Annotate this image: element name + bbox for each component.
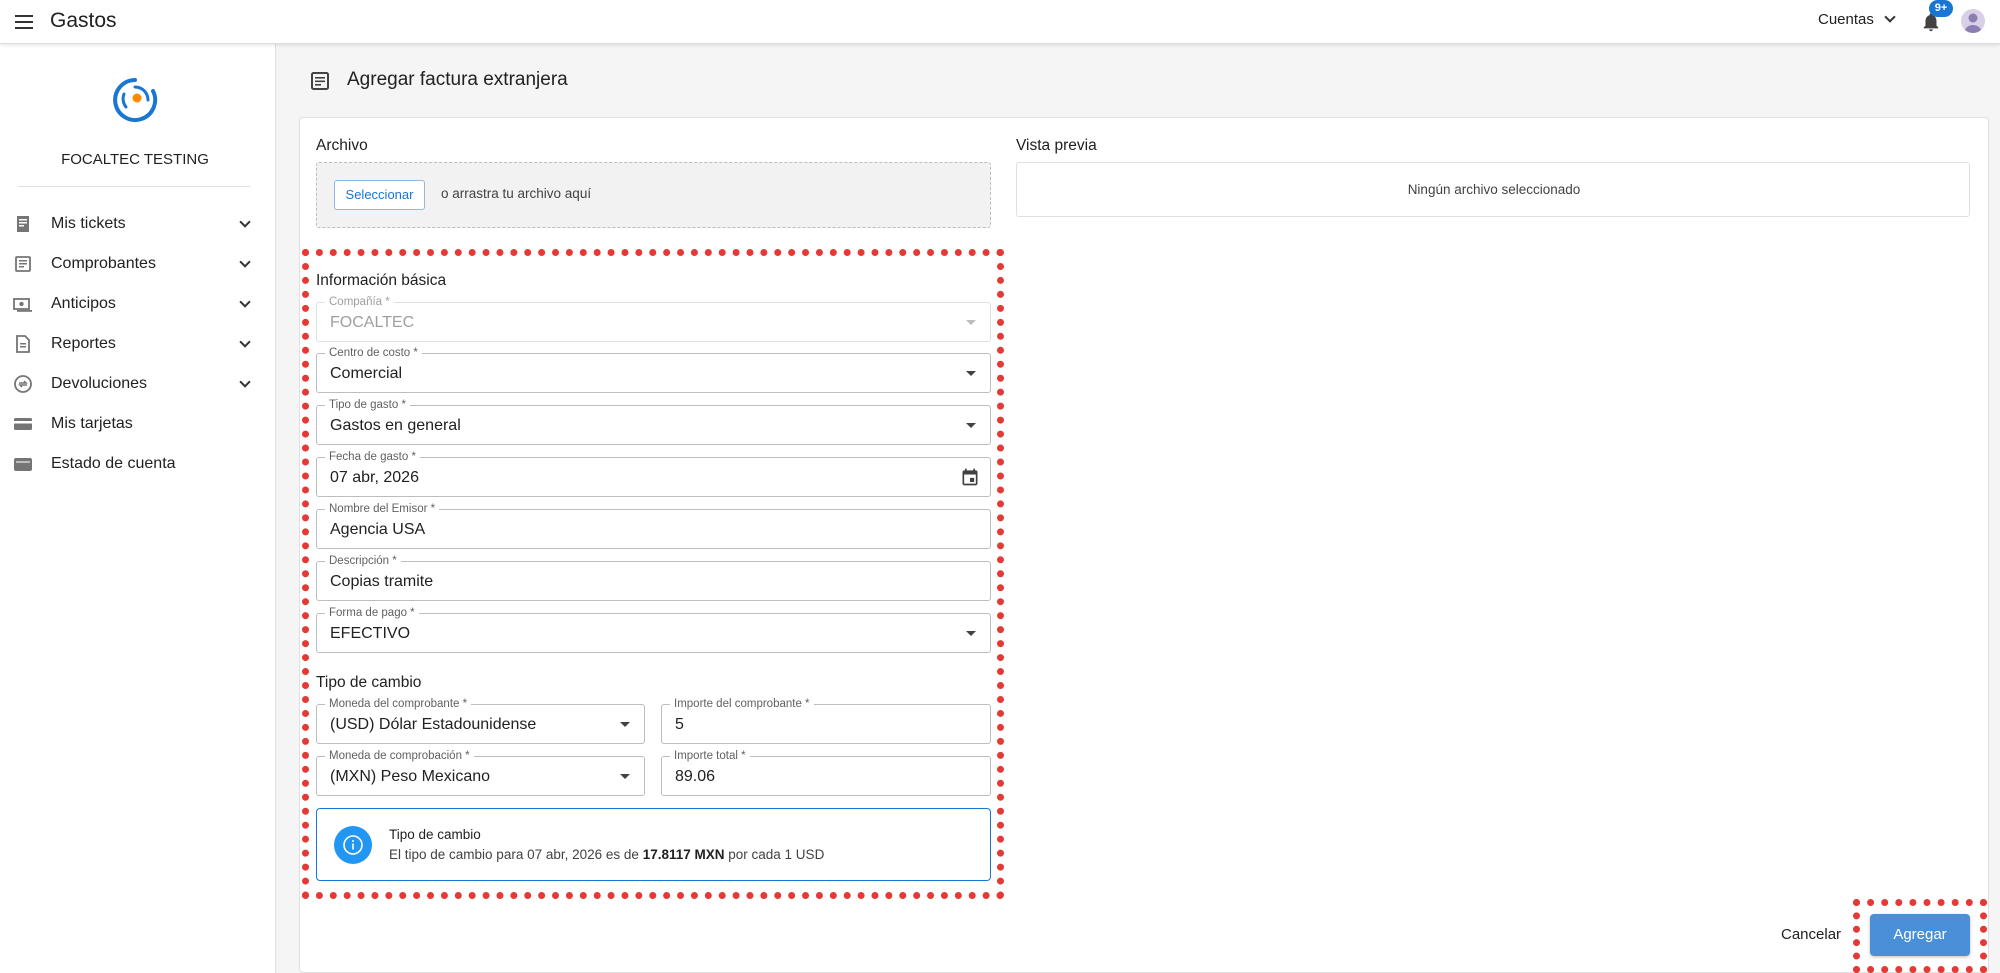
preview-empty-text: Ningún archivo seleccionado: [1407, 182, 1581, 197]
chevron-down-icon: [1884, 11, 1896, 23]
accounts-label: Cuentas: [1818, 11, 1874, 28]
credit-card-icon: [14, 418, 32, 430]
sidebar-item-mis-tickets[interactable]: Mis tickets: [0, 204, 270, 244]
chevron-down-icon: [239, 336, 251, 348]
app-title: Gastos: [50, 9, 117, 32]
sidebar-item-label: Devoluciones: [51, 375, 148, 392]
notifications-badge: 9+: [1929, 0, 1953, 17]
cost-center-select[interactable]: Centro de costo * Comercial: [316, 346, 991, 393]
cancel-button[interactable]: Cancelar: [1781, 926, 1841, 943]
info-title: Tipo de cambio: [389, 827, 481, 842]
top-app-bar: Gastos Cuentas 9+: [0, 0, 2000, 44]
cost-center-label: Centro de costo *: [325, 346, 422, 360]
file-section-label: Archivo: [316, 137, 368, 154]
invoice-currency-select[interactable]: Moneda del comprobante * (USD) Dólar Est…: [316, 697, 645, 744]
description-label: Descripción *: [325, 554, 401, 568]
chevron-down-icon: [239, 216, 251, 228]
sidebar-nav: Mis tickets Comprobantes Anticipos Repor…: [0, 204, 270, 484]
add-button[interactable]: Agregar: [1870, 914, 1970, 956]
accounts-dropdown[interactable]: Cuentas: [1818, 11, 1896, 28]
expense-type-select[interactable]: Tipo de gasto * Gastos en general: [316, 398, 991, 445]
dropdown-arrow-icon: [966, 320, 976, 325]
total-amount-label: Importe total *: [670, 749, 750, 763]
sidebar-item-comprobantes[interactable]: Comprobantes: [0, 244, 270, 284]
invoice-currency-value: (USD) Dólar Estadounidense: [330, 716, 537, 733]
proof-currency-select[interactable]: Moneda de comprobación * (MXN) Peso Mexi…: [316, 749, 645, 796]
dropdown-arrow-icon: [966, 423, 976, 428]
document-icon: [311, 72, 329, 90]
dropdown-arrow-icon: [966, 631, 976, 636]
sidebar-item-devoluciones[interactable]: Devoluciones: [0, 364, 270, 404]
issuer-name-input[interactable]: Nombre del Emisor * Agencia USA: [316, 502, 991, 549]
company-label: Compañía *: [325, 295, 394, 309]
file-preview: Ningún archivo seleccionado: [1016, 162, 1970, 217]
description-value: Copias tramite: [330, 573, 434, 590]
sidebar-divider: [18, 186, 250, 187]
proof-currency-label: Moneda de comprobación *: [325, 749, 474, 763]
info-text-prefix: El tipo de cambio para 07 abr, 2026 es d…: [389, 847, 639, 862]
calendar-icon[interactable]: [960, 467, 980, 487]
sidebar-item-label: Estado de cuenta: [51, 455, 176, 472]
invoice-amount-value: 5: [675, 716, 684, 733]
exchange-rate-info: Tipo de cambio El tipo de cambio para 07…: [316, 808, 991, 881]
invoice-amount-label: Importe del comprobante *: [670, 697, 814, 711]
sidebar: FOCALTEC TESTING Mis tickets Comprobante…: [0, 44, 276, 973]
hamburger-menu-icon[interactable]: [12, 10, 36, 34]
payment-method-value: EFECTIVO: [330, 625, 411, 642]
document-icon: [15, 256, 31, 272]
company-logo-icon: [113, 78, 158, 122]
select-file-button[interactable]: Seleccionar: [334, 180, 425, 210]
sidebar-item-label: Mis tickets: [51, 215, 126, 232]
refund-icon: [14, 375, 32, 393]
preview-section-label: Vista previa: [1016, 137, 1097, 154]
invoice-amount-input[interactable]: Importe del comprobante * 5: [661, 697, 991, 744]
user-avatar[interactable]: [1961, 9, 1985, 33]
issuer-name-label: Nombre del Emisor *: [325, 502, 440, 516]
total-amount-value: 89.06: [675, 768, 716, 785]
company-name: FOCALTEC TESTING: [61, 151, 209, 168]
sidebar-item-label: Comprobantes: [51, 255, 156, 272]
info-rate: 17.8117 MXN: [642, 847, 725, 862]
info-icon: [334, 826, 372, 864]
chevron-down-icon: [239, 376, 251, 388]
exchange-section-title: Tipo de cambio: [316, 674, 422, 691]
company-value: FOCALTEC: [330, 314, 415, 331]
drop-hint: o arrastra tu archivo aquí: [441, 186, 592, 201]
payment-method-select[interactable]: Forma de pago * EFECTIVO: [316, 606, 991, 653]
report-icon: [16, 335, 30, 353]
page-title: Agregar factura extranjera: [347, 69, 568, 90]
wallet-icon: [14, 458, 32, 471]
expense-date-label: Fecha de gasto *: [325, 450, 420, 464]
total-amount-input[interactable]: Importe total * 89.06: [661, 749, 991, 796]
dropdown-arrow-icon: [620, 722, 630, 727]
info-text: El tipo de cambio para 07 abr, 2026 es d…: [389, 847, 824, 862]
sidebar-item-mis-tarjetas[interactable]: Mis tarjetas: [0, 404, 270, 444]
company-select: Compañía * FOCALTEC: [316, 295, 991, 342]
expense-type-value: Gastos en general: [330, 417, 461, 434]
sidebar-item-estado-de-cuenta[interactable]: Estado de cuenta: [0, 444, 270, 484]
payment-method-label: Forma de pago *: [325, 606, 419, 620]
invoice-currency-label: Moneda del comprobante *: [325, 697, 472, 711]
sidebar-item-label: Anticipos: [51, 295, 116, 312]
info-text-suffix: por cada 1 USD: [728, 847, 825, 862]
expense-type-label: Tipo de gasto *: [325, 398, 410, 412]
expense-date-field[interactable]: Fecha de gasto * 07 abr, 2026: [316, 450, 991, 497]
chevron-down-icon: [239, 296, 251, 308]
cash-icon: [13, 298, 32, 312]
sidebar-item-reportes[interactable]: Reportes: [0, 324, 270, 364]
sidebar-item-label: Reportes: [51, 335, 116, 352]
sidebar-item-label: Mis tarjetas: [51, 415, 133, 432]
proof-currency-value: (MXN) Peso Mexicano: [330, 768, 491, 785]
expense-date-value: 07 abr, 2026: [330, 469, 419, 486]
dropdown-arrow-icon: [966, 371, 976, 376]
basic-info-title: Información básica: [316, 272, 447, 289]
description-input[interactable]: Descripción * Copias tramite: [316, 554, 991, 601]
dropdown-arrow-icon: [620, 774, 630, 779]
sidebar-item-anticipos[interactable]: Anticipos: [0, 284, 270, 324]
receipt-icon: [17, 216, 29, 232]
issuer-name-value: Agencia USA: [330, 521, 426, 538]
cost-center-value: Comercial: [330, 365, 403, 382]
chevron-down-icon: [239, 256, 251, 268]
